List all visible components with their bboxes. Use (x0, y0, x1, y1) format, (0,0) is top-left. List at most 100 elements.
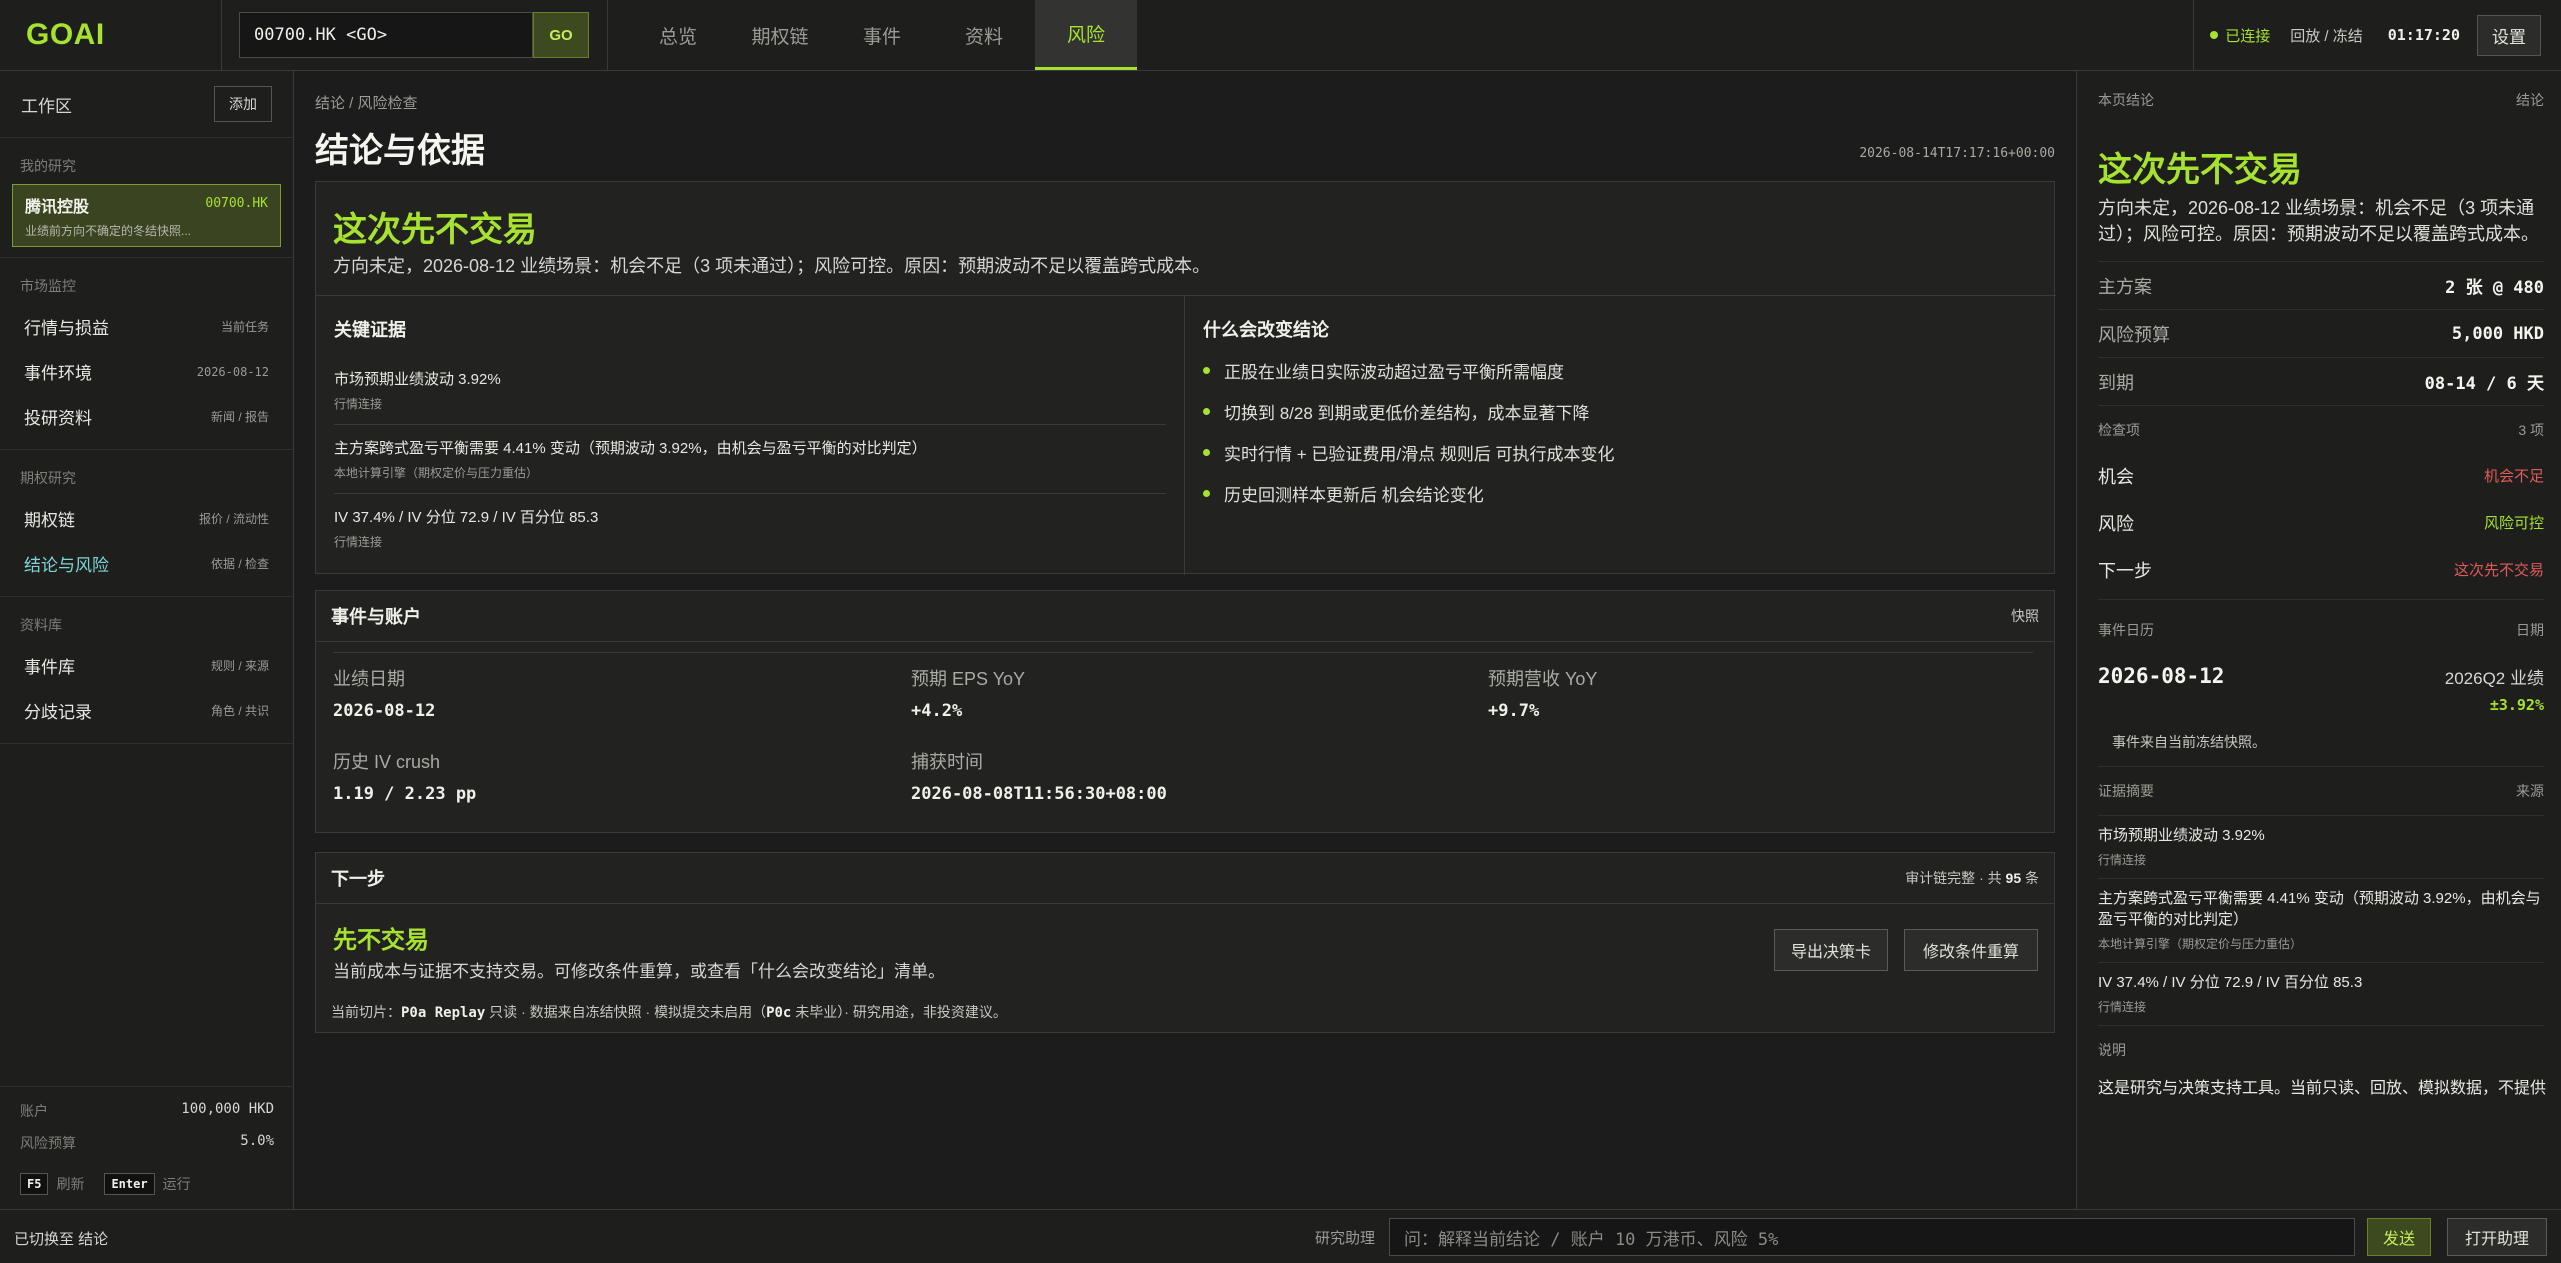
evidence-text: IV 37.4% / IV 分位 72.9 / IV 百分位 85.3 (334, 509, 599, 526)
go-button[interactable]: GO (533, 12, 589, 58)
sidebar-item-hint: 当前任务 (220, 320, 269, 334)
kv-label: 主方案 (2098, 276, 2152, 297)
summary-section-tag: 结论 (2516, 92, 2544, 108)
risk-budget-value: 5.0% (240, 1133, 274, 1149)
next-step-header: 下一步 审计链完整 · 共 95 条 (316, 853, 2054, 904)
workspace-header: 工作区 添加 (0, 71, 293, 138)
key-enter[interactable]: Enter (104, 1173, 155, 1195)
evidence-text: 市场预期业绩波动 3.92% (2098, 827, 2265, 845)
kv-row: 到期 08-14 / 6 天 (2098, 357, 2544, 405)
mode-indicator: 回放 / 冻结 (2290, 27, 2363, 45)
change-item: 正股在业绩日实际波动超过盈亏平衡所需幅度 (1203, 358, 2037, 383)
account-value: 100,000 HKD (181, 1101, 274, 1117)
kv-label: 到期 (2098, 372, 2134, 393)
app-logo[interactable]: GOAI (0, 0, 222, 70)
tab-risk[interactable]: 风险 (1035, 0, 1137, 70)
evidence-text: 市场预期业绩波动 3.92% (334, 371, 501, 388)
sidebar-item-label: 事件环境 (24, 364, 92, 383)
research-card-tencent[interactable]: 腾讯控股 00700.HK 业绩前方向不确定的冬结快照... (12, 184, 281, 247)
what-changes-title: 什么会改变结论 (1203, 320, 1329, 340)
audit-status: 审计链完整 · 共 95 条 (1905, 868, 2039, 888)
calendar-label: 事件日历 (2098, 622, 2154, 639)
kv-value: 08-14 / 6 天 (2424, 374, 2544, 395)
section-label-library: 资料库 (20, 617, 62, 633)
page-title: 结论与依据 (315, 132, 485, 170)
key-f5[interactable]: F5 (20, 1173, 49, 1195)
slice-stage: P0c (766, 1005, 792, 1021)
settings-button[interactable]: 设置 (2477, 14, 2541, 56)
check-label: 机会 (2098, 466, 2134, 487)
events-account-panel: 事件与账户 快照 业绩日期 2026-08-12 预期 EPS YoY +4.2… (315, 590, 2055, 833)
breadcrumb[interactable]: 结论 / 风险检查 (315, 92, 418, 113)
kv-row: 风险预算 5,000 HKD (2098, 309, 2544, 357)
sidebar-item-research-docs[interactable]: 投研资料 新闻 / 报告 (0, 394, 293, 439)
sidebar-item-disagreement-log[interactable]: 分歧记录 角色 / 共识 (0, 688, 293, 733)
assistant-input[interactable]: 问：解释当前结论 / 账户 10 万港币、风险 5% (1389, 1218, 2355, 1256)
send-button[interactable]: 发送 (2367, 1218, 2431, 1256)
next-step-panel: 下一步 审计链完整 · 共 95 条 先不交易 当前成本与证据不支持交易。可修改… (315, 852, 2055, 1033)
calendar-note: 事件来自当前冻结快照。 (2112, 734, 2266, 751)
events-panel-tag: 快照 (2011, 608, 2039, 624)
summary-kv-list: 主方案 2 张 @ 480 风险预算 5,000 HKD 到期 08-14 / 6 天 (2098, 261, 2544, 405)
tab-events[interactable]: 事件 (831, 0, 933, 70)
sidebar-item-conclusion-risk[interactable]: 结论与风险 依据 / 检查 (0, 541, 293, 586)
evidence-item: 市场预期业绩波动 3.92% 行情连接 (334, 356, 1166, 425)
tab-research[interactable]: 资料 (933, 0, 1035, 70)
risk-budget-label: 风险预算 (20, 1135, 76, 1151)
change-text: 实时行情 + 已验证费用/滑点 规则后 可执行成本变化 (1224, 445, 1615, 464)
slice-meta-suffix: 未毕业）· 研究用途，非投资建议。 (791, 1004, 1007, 1020)
check-row: 下一步 这次先不交易 (2098, 546, 2544, 593)
sidebar-item-event-env[interactable]: 事件环境 2026-08-12 (0, 349, 293, 394)
connection-status: 已连接 (2210, 25, 2270, 46)
assistant-label: 研究助理 (1315, 1230, 1376, 1247)
modify-recalculate-button[interactable]: 修改条件重算 (1904, 929, 2038, 971)
tab-option-chain[interactable]: 期权链 (729, 0, 831, 70)
audit-prefix: 审计链完整 · 共 (1905, 870, 2006, 886)
disclaimer-text: 这是研究与决策支持工具。当前只读、回放、模拟数据，不提供 (2098, 1080, 2547, 1098)
summary-section-header: 本页结论 结论 (2098, 90, 2544, 110)
disclaimer-label: 说明 (2098, 1042, 2126, 1059)
slice-meta-prefix: 当前切片： (331, 1004, 401, 1020)
sidebar-item-option-chain[interactable]: 期权链 报价 / 流动性 (0, 496, 293, 541)
next-action: 先不交易 (333, 927, 429, 954)
add-button[interactable]: 添加 (214, 86, 272, 122)
evidence-source: 行情连接 (334, 535, 383, 549)
key-evidence-title: 关键证据 (334, 320, 406, 340)
event-field-label: 历史 IV crush (333, 752, 441, 772)
evidence-source: 本地计算引擎（期权定价与压力重估） (334, 466, 539, 480)
conclusion-details: 关键证据 市场预期业绩波动 3.92% 行情连接 主方案跨式盈亏平衡需要 4.4… (316, 295, 2056, 575)
sidebar-item-label: 投研资料 (24, 409, 92, 428)
open-assistant-button[interactable]: 打开助理 (2447, 1218, 2547, 1256)
change-item: 切换到 8/28 到期或更低价差结构，成本显著下降 (1203, 399, 2037, 424)
summary-section-label: 本页结论 (2098, 92, 2154, 108)
evidence-text: 主方案跨式盈亏平衡需要 4.41% 变动（预期波动 3.92%，由机会与盈亏平衡… (334, 440, 927, 457)
sidebar-item-label: 期权链 (24, 511, 75, 530)
conclusion-panel: 这次先不交易 方向未定，2026-08-12 业绩场景：机会不足（3 项未通过）… (315, 181, 2056, 575)
event-field-value: 2026-08-08T11:56:30+08:00 (911, 784, 1167, 804)
kv-label: 风险预算 (2098, 324, 2170, 345)
calendar-tag: 日期 (2516, 622, 2544, 639)
account-row: 账户 100,000 HKD (20, 1101, 274, 1121)
sidebar-item-event-library[interactable]: 事件库 规则 / 来源 (0, 643, 293, 688)
events-panel-header: 事件与账户 快照 (316, 591, 2054, 642)
disclaimer: 说明 这是研究与决策支持工具。当前只读、回放、模拟数据，不提供 (2098, 1025, 2547, 1098)
check-row: 风险 风险可控 (2098, 499, 2544, 546)
change-text: 切换到 8/28 到期或更低价差结构，成本显著下降 (1224, 404, 1590, 423)
event-field: 预期 EPS YoY +4.2% (911, 665, 1025, 721)
event-field: 历史 IV crush 1.19 / 2.23 pp (333, 748, 476, 804)
risk-budget-row: 风险预算 5.0% (20, 1133, 274, 1153)
sidebar-item-hint: 角色 / 共识 (210, 704, 269, 718)
sidebar-item-hint: 新闻 / 报告 (210, 410, 269, 424)
command-input[interactable]: 00700.HK <GO> (239, 12, 533, 58)
event-field-value: 1.19 / 2.23 pp (333, 784, 477, 804)
sidebar-item-quotes-pnl[interactable]: 行情与损益 当前任务 (0, 304, 293, 349)
key-evidence: 关键证据 市场预期业绩波动 3.92% 行情连接 主方案跨式盈亏平衡需要 4.4… (316, 296, 1185, 575)
calendar-event[interactable]: 2026-08-12 2026Q2 业绩 ±3.92% (2098, 652, 2544, 726)
event-field-label: 业绩日期 (333, 669, 405, 689)
check-status: 风险可控 (2483, 515, 2544, 533)
tab-overview[interactable]: 总览 (627, 0, 729, 70)
event-field-label: 预期 EPS YoY (911, 669, 1026, 689)
event-field: 预期营收 YoY +9.7% (1488, 665, 1597, 721)
export-decision-card-button[interactable]: 导出决策卡 (1774, 929, 1888, 971)
status-area: 已连接 回放 / 冻结 01:17:20 设置 (2193, 0, 2561, 70)
